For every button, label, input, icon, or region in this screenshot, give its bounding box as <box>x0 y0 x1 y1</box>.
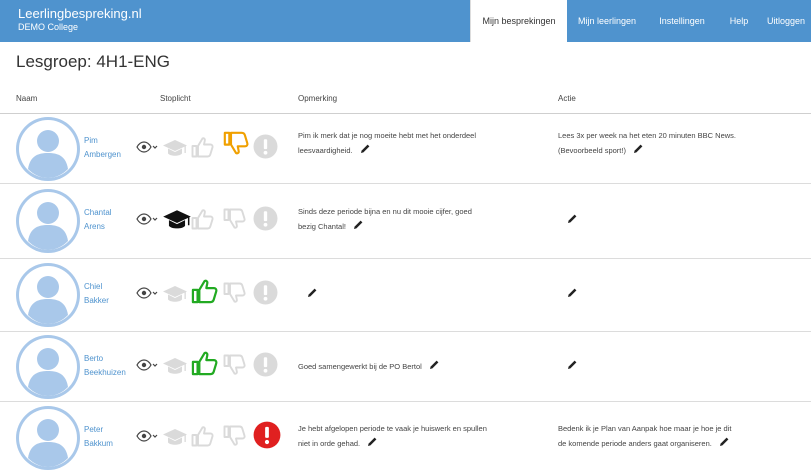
pencil-icon[interactable] <box>632 143 644 155</box>
user-avatar-icon <box>16 263 80 327</box>
pencil-icon[interactable] <box>428 359 440 371</box>
remark-cell: Sinds deze periode bijna en nu dit mooie… <box>298 205 548 234</box>
user-avatar-icon <box>16 335 80 399</box>
eye-dropdown-icon[interactable] <box>136 359 158 371</box>
pencil-icon[interactable] <box>359 143 371 155</box>
nav-help[interactable]: Help <box>717 0 761 42</box>
alert-icon[interactable] <box>253 280 278 305</box>
alert-icon[interactable] <box>253 134 278 159</box>
student-first-name: Pim <box>84 136 98 145</box>
action-cell <box>558 359 803 374</box>
thumbs-down-icon[interactable] <box>222 130 249 157</box>
top-navbar: Leerlingbespreking.nl DEMO College Mijn … <box>0 0 811 42</box>
action-line: (Bevoorbeeld sport!) <box>558 146 626 155</box>
remark-cell: Je hebt afgelopen periode te vaak je hui… <box>298 422 548 451</box>
eye-dropdown-icon[interactable] <box>136 141 158 153</box>
remark-line: niet in orde gehad. <box>298 439 361 448</box>
student-first-name: Berto <box>84 354 104 363</box>
pencil-icon[interactable] <box>306 287 318 299</box>
student-first-name: Peter <box>84 425 104 434</box>
alert-icon[interactable] <box>253 206 278 231</box>
student-last-name: Bakker <box>84 296 109 305</box>
alert-icon[interactable] <box>253 352 278 377</box>
table-row: Chiel Bakker <box>0 259 811 332</box>
graduation-cap-icon[interactable] <box>162 208 192 231</box>
action-cell: Bedenk ik je Plan van Aanpak hoe maar je… <box>558 422 803 451</box>
table-row: Berto Beekhuizen Goed samengewerkt bij d… <box>0 332 811 402</box>
pencil-icon[interactable] <box>566 359 578 371</box>
column-header-status: Stoplicht <box>160 94 191 103</box>
student-name[interactable]: Berto Beekhuizen <box>84 352 126 380</box>
thumbs-down-icon[interactable] <box>222 353 246 377</box>
remark-cell <box>298 287 548 302</box>
student-name[interactable]: Chantal Arens <box>84 206 112 234</box>
page-title: Lesgroep: 4H1-ENG <box>16 52 171 71</box>
brand-subtitle: DEMO College <box>18 22 79 32</box>
eye-dropdown-icon[interactable] <box>136 287 158 299</box>
nav-mijn-leerlingen[interactable]: Mijn leerlingen <box>567 0 647 42</box>
student-last-name: Ambergen <box>84 150 121 159</box>
brand-title: Leerlingbespreking.nl <box>18 6 142 21</box>
remark-line: bezig Chantal! <box>298 222 346 231</box>
table-row: Pim Ambergen Pim ik merk dat je nog moei… <box>0 114 811 184</box>
user-avatar-icon <box>16 189 80 253</box>
student-last-name: Bakkum <box>84 439 113 448</box>
thumbs-up-icon[interactable] <box>190 207 214 231</box>
remark-line: Pim ik merk dat je nog moeite hebt met h… <box>298 131 477 140</box>
remark-cell: Pim ik merk dat je nog moeite hebt met h… <box>298 129 548 158</box>
eye-dropdown-icon[interactable] <box>136 213 158 225</box>
action-cell <box>558 213 803 228</box>
pencil-icon[interactable] <box>566 213 578 225</box>
student-last-name: Beekhuizen <box>84 368 126 377</box>
action-cell: Lees 3x per week na het eten 20 minuten … <box>558 129 803 158</box>
pencil-icon[interactable] <box>352 219 364 231</box>
thumbs-up-icon[interactable] <box>190 277 218 305</box>
table-header: Naam Stoplicht Opmerking Actie <box>0 88 811 114</box>
pencil-icon[interactable] <box>366 436 378 448</box>
pencil-icon[interactable] <box>718 436 730 448</box>
remark-line: Je hebt afgelopen periode te vaak je hui… <box>298 424 487 433</box>
remark-line: leesvaardigheid. <box>298 146 353 155</box>
action-line: Bedenk ik je Plan van Aanpak hoe maar je… <box>558 424 732 433</box>
brand[interactable]: Leerlingbespreking.nl DEMO College <box>18 6 142 33</box>
student-first-name: Chantal <box>84 208 112 217</box>
student-name[interactable]: Chiel Bakker <box>84 280 109 308</box>
main-nav: Mijn besprekingen Mijn leerlingen Instel… <box>470 0 811 42</box>
user-avatar-icon <box>16 406 80 470</box>
graduation-cap-icon[interactable] <box>162 284 188 304</box>
nav-mijn-besprekingen[interactable]: Mijn besprekingen <box>470 0 567 42</box>
student-first-name: Chiel <box>84 282 103 291</box>
action-cell <box>558 287 803 302</box>
graduation-cap-icon[interactable] <box>162 138 188 158</box>
pencil-icon[interactable] <box>566 287 578 299</box>
remark-line: Sinds deze periode bijna en nu dit mooie… <box>298 207 472 216</box>
remark-cell: Goed samengewerkt bij de PO Bertol <box>298 359 548 374</box>
graduation-cap-icon[interactable] <box>162 356 188 376</box>
student-last-name: Arens <box>84 222 105 231</box>
thumbs-up-icon[interactable] <box>190 424 214 448</box>
student-name[interactable]: Peter Bakkum <box>84 423 113 451</box>
eye-dropdown-icon[interactable] <box>136 430 158 442</box>
remark-line: Goed samengewerkt bij de PO Bertol <box>298 362 422 371</box>
column-header-action: Actie <box>558 94 576 103</box>
user-avatar-icon <box>16 117 80 181</box>
graduation-cap-icon[interactable] <box>162 427 188 447</box>
thumbs-up-icon[interactable] <box>190 135 214 159</box>
column-header-name: Naam <box>16 94 38 103</box>
action-line: de komende periode anders gaat organiser… <box>558 439 712 448</box>
thumbs-down-icon[interactable] <box>222 281 246 305</box>
thumbs-down-icon[interactable] <box>222 424 246 448</box>
thumbs-down-icon[interactable] <box>222 207 246 231</box>
nav-instellingen[interactable]: Instellingen <box>647 0 717 42</box>
student-name[interactable]: Pim Ambergen <box>84 134 121 162</box>
alert-icon[interactable] <box>253 421 281 449</box>
thumbs-up-icon[interactable] <box>190 349 218 377</box>
column-header-remark: Opmerking <box>298 94 338 103</box>
nav-uitloggen[interactable]: Uitloggen <box>761 0 811 42</box>
action-line: Lees 3x per week na het eten 20 minuten … <box>558 131 737 140</box>
table-row: Chantal Arens Sinds deze periode bijna e… <box>0 184 811 259</box>
table-row: Peter Bakkum Je hebt afgelopen periode t… <box>0 402 811 473</box>
